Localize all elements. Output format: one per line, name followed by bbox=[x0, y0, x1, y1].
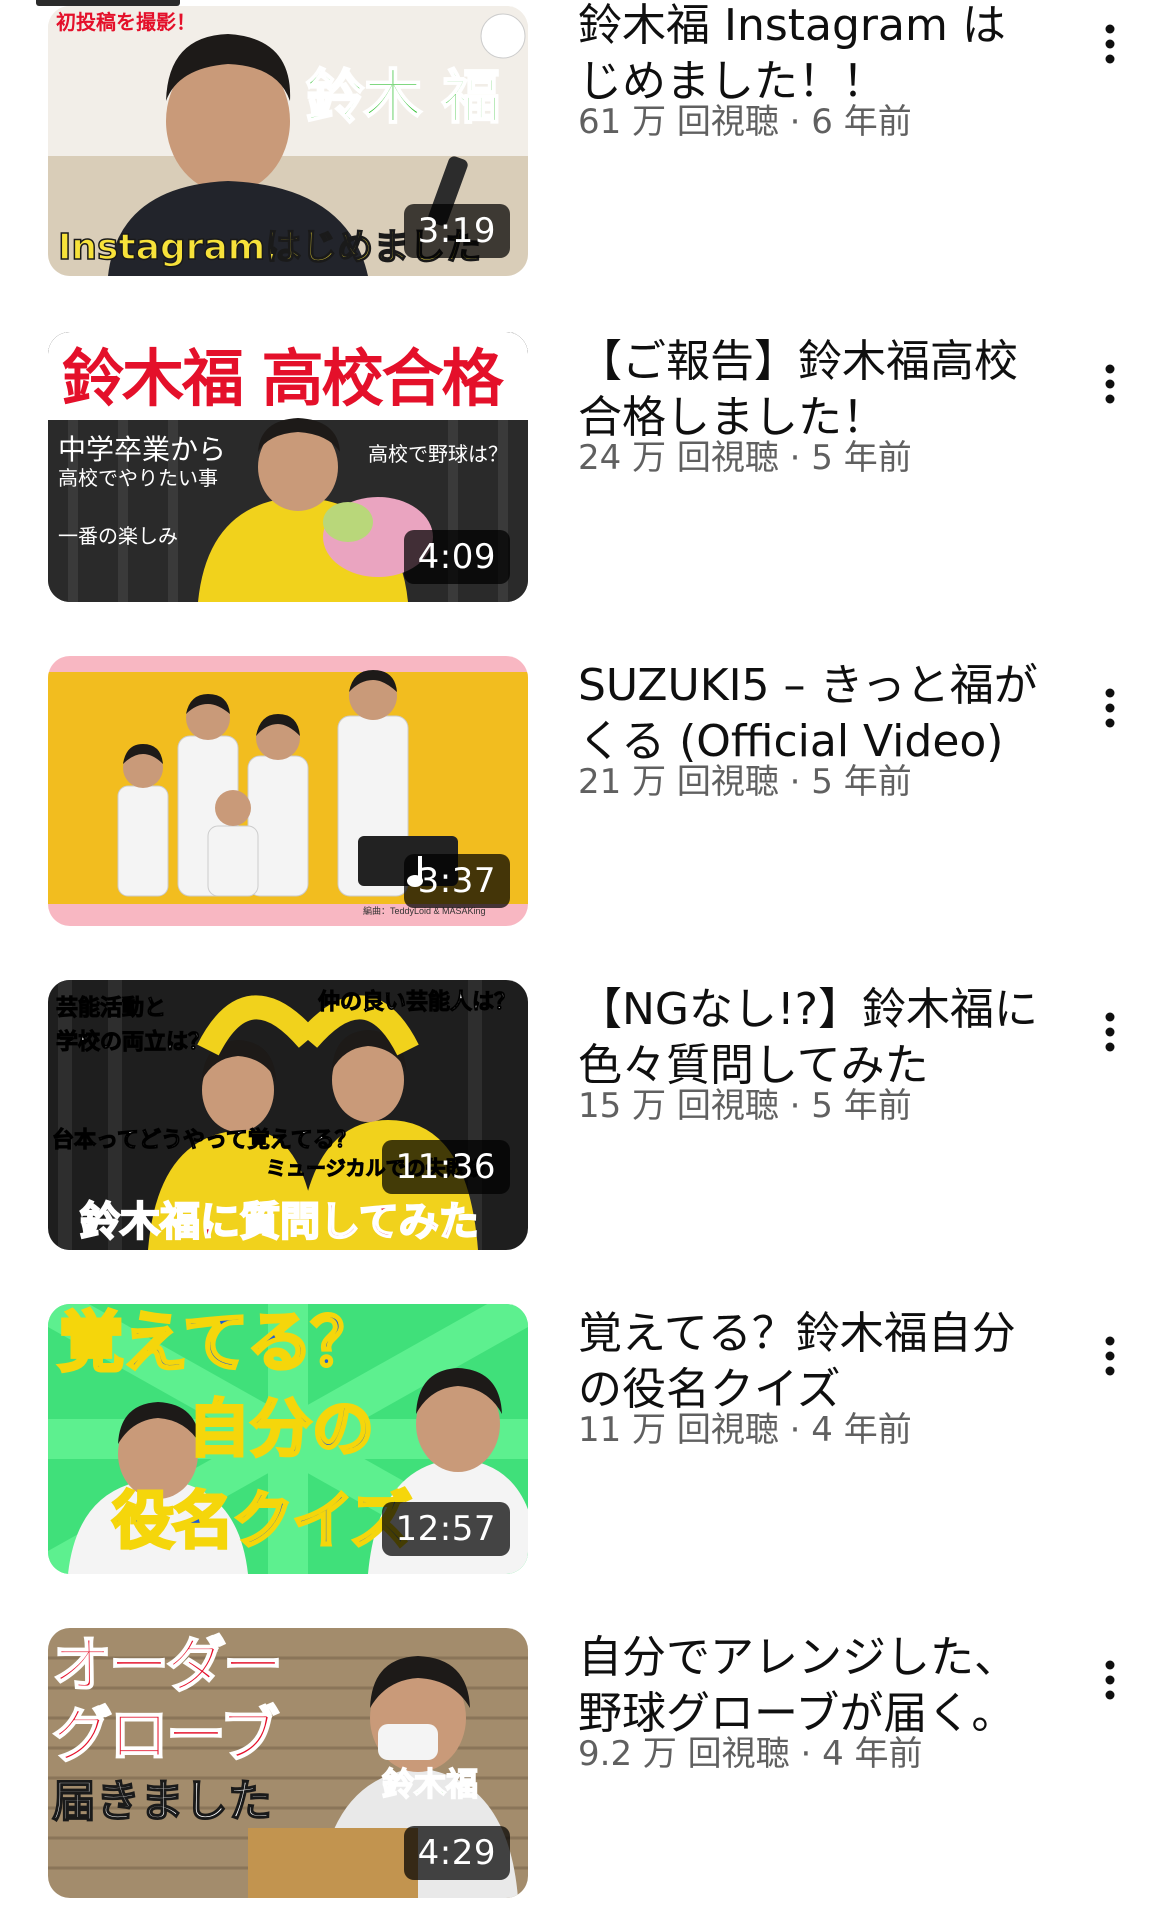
video-thumbnail[interactable]: 鈴木福 高校合格 中学卒業から 高校でやりたい事 高校で野球は？ 一番の楽しみ … bbox=[48, 332, 528, 602]
video-thumbnail[interactable]: 芸能活動と 学校の両立は？ 仲の良い芸能人は？ 台本ってどうやって覚えてる？ ミ… bbox=[48, 980, 528, 1250]
video-title[interactable]: SUZUKI5 – きっと福がくる (Official Video) bbox=[578, 658, 1048, 770]
thumbnail-headline: 鈴木福 高校合格 bbox=[62, 342, 504, 415]
video-info[interactable]: 【ご報告】鈴木福高校合格しました！ 24 万 回視聴 · 5 年前 bbox=[578, 332, 1048, 480]
more-vert-icon bbox=[1105, 364, 1115, 404]
duration-badge: 3:19 bbox=[403, 204, 510, 258]
video-meta: 11 万 回視聴 · 4 年前 bbox=[578, 1410, 912, 1450]
video-item[interactable]: 初投稿を撮影！ 鈴木 福 Instagramはじめました 3:19 鈴木福 In… bbox=[0, 0, 1170, 306]
more-options-button[interactable] bbox=[1082, 16, 1138, 72]
thumbnail-line3: 役名クイズ bbox=[110, 1484, 413, 1557]
thumbnail-mid-text: 台本ってどうやって覚えてる？ bbox=[52, 1128, 358, 1153]
video-thumbnail[interactable]: 編曲：TeddyLoid & MASAKing 3:37 bbox=[48, 656, 528, 926]
video-item[interactable]: 鈴木福 高校合格 中学卒業から 高校でやりたい事 高校で野球は？ 一番の楽しみ … bbox=[0, 332, 1170, 632]
more-vert-icon bbox=[1105, 24, 1115, 64]
more-options-button[interactable] bbox=[1082, 1004, 1138, 1060]
more-options-button[interactable] bbox=[1082, 680, 1138, 736]
more-options-button[interactable] bbox=[1082, 1652, 1138, 1708]
duration-text: 11:36 bbox=[395, 1147, 496, 1187]
more-vert-icon bbox=[1105, 1660, 1115, 1700]
duration-text: 4:29 bbox=[417, 1833, 496, 1873]
duration-text: 12:57 bbox=[395, 1509, 496, 1549]
music-note-icon bbox=[406, 856, 423, 887]
duration-text: 4:09 bbox=[417, 537, 496, 577]
thumbnail-name-text: 鈴木福 bbox=[381, 1765, 479, 1803]
thumbnail-corner-text: 初投稿を撮影！ bbox=[56, 10, 196, 34]
more-vert-icon bbox=[1105, 1012, 1115, 1052]
thumbnail-left-line1: 芸能活動と bbox=[55, 996, 167, 1021]
duration-badge: 11:36 bbox=[381, 1140, 510, 1194]
thumbnail-line2: 自分の bbox=[186, 1392, 375, 1465]
more-options-button[interactable] bbox=[1082, 1328, 1138, 1384]
video-info[interactable]: 鈴木福 Instagram はじめました！！ 61 万 回視聴 · 6 年前 bbox=[578, 0, 1048, 144]
thumbnail-right-text: 仲の良い芸能人は？ bbox=[317, 990, 517, 1015]
video-thumbnail[interactable]: 覚えてる？ 自分の 役名クイズ 12:57 bbox=[48, 1304, 528, 1574]
thumbnail-line1: 覚えてる？ bbox=[57, 1304, 379, 1381]
duration-badge: 12:57 bbox=[381, 1502, 510, 1556]
video-title[interactable]: 覚えてる？鈴木福自分の役名クイズ bbox=[578, 1306, 1048, 1418]
duration-badge: 4:09 bbox=[403, 530, 510, 584]
video-info[interactable]: 自分でアレンジした、野球グローブが届く。 9.2 万 回視聴 · 4 年前 bbox=[578, 1628, 1048, 1776]
thumbnail-left-line2: 学校の両立は？ bbox=[55, 1030, 211, 1055]
video-item[interactable]: 芸能活動と 学校の両立は？ 仲の良い芸能人は？ 台本ってどうやって覚えてる？ ミ… bbox=[0, 980, 1170, 1280]
duration-badge: 4:29 bbox=[403, 1826, 510, 1880]
thumbnail-left-line1: 中学卒業から bbox=[58, 433, 227, 466]
thumbnail-left-line2: 高校でやりたい事 bbox=[58, 466, 218, 490]
video-item[interactable]: 覚えてる？ 自分の 役名クイズ 12:57 覚えてる？鈴木福自分の役名クイズ 1… bbox=[0, 1304, 1170, 1604]
video-title[interactable]: 自分でアレンジした、野球グローブが届く。 bbox=[578, 1630, 1048, 1742]
video-thumbnail[interactable]: 初投稿を撮影！ 鈴木 福 Instagramはじめました 3:19 bbox=[48, 6, 528, 276]
thumbnail-bottom-left-text: 一番の楽しみ bbox=[58, 524, 178, 548]
duration-badge: 3:37 bbox=[403, 854, 510, 908]
thumbnail-name-text: 鈴木 福 bbox=[305, 63, 501, 131]
video-thumbnail[interactable]: オーダー グローブ 届きました 鈴木福 4:29 bbox=[48, 1628, 528, 1898]
more-vert-icon bbox=[1105, 1336, 1115, 1376]
thumbnail-line2: グローブ bbox=[51, 1701, 280, 1771]
video-title[interactable]: 鈴木福 Instagram はじめました！！ bbox=[578, 0, 1048, 110]
video-info[interactable]: SUZUKI5 – きっと福がくる (Official Video) 21 万 … bbox=[578, 656, 1048, 804]
video-item[interactable]: オーダー グローブ 届きました 鈴木福 4:29 自分でアレンジした、野球グロー… bbox=[0, 1628, 1170, 1928]
more-vert-icon bbox=[1105, 688, 1115, 728]
video-info[interactable]: 覚えてる？鈴木福自分の役名クイズ 11 万 回視聴 · 4 年前 bbox=[578, 1304, 1048, 1452]
video-info[interactable]: 【NGなし!?】鈴木福に色々質問してみた 15 万 回視聴 · 5 年前 bbox=[578, 980, 1048, 1128]
video-title[interactable]: 【ご報告】鈴木福高校合格しました！ bbox=[578, 334, 1048, 446]
thumbnail-right-text: 高校で野球は？ bbox=[368, 442, 508, 466]
video-title[interactable]: 【NGなし!?】鈴木福に色々質問してみた bbox=[578, 982, 1048, 1094]
thumbnail-line3: 届きました bbox=[51, 1776, 273, 1827]
video-meta: 61 万 回視聴 · 6 年前 bbox=[578, 102, 912, 142]
more-options-button[interactable] bbox=[1082, 356, 1138, 412]
duration-text: 3:37 bbox=[417, 861, 496, 901]
video-item[interactable]: 編曲：TeddyLoid & MASAKing 3:37 SUZUKI5 – き… bbox=[0, 656, 1170, 956]
video-meta: 15 万 回視聴 · 5 年前 bbox=[578, 1086, 912, 1126]
thumbnail-line1: オーダー bbox=[51, 1631, 284, 1701]
video-meta: 24 万 回視聴 · 5 年前 bbox=[578, 438, 912, 478]
thumbnail-bottom-text: 鈴木福に質問してみた bbox=[79, 1199, 480, 1245]
duration-text: 3:19 bbox=[417, 211, 496, 251]
